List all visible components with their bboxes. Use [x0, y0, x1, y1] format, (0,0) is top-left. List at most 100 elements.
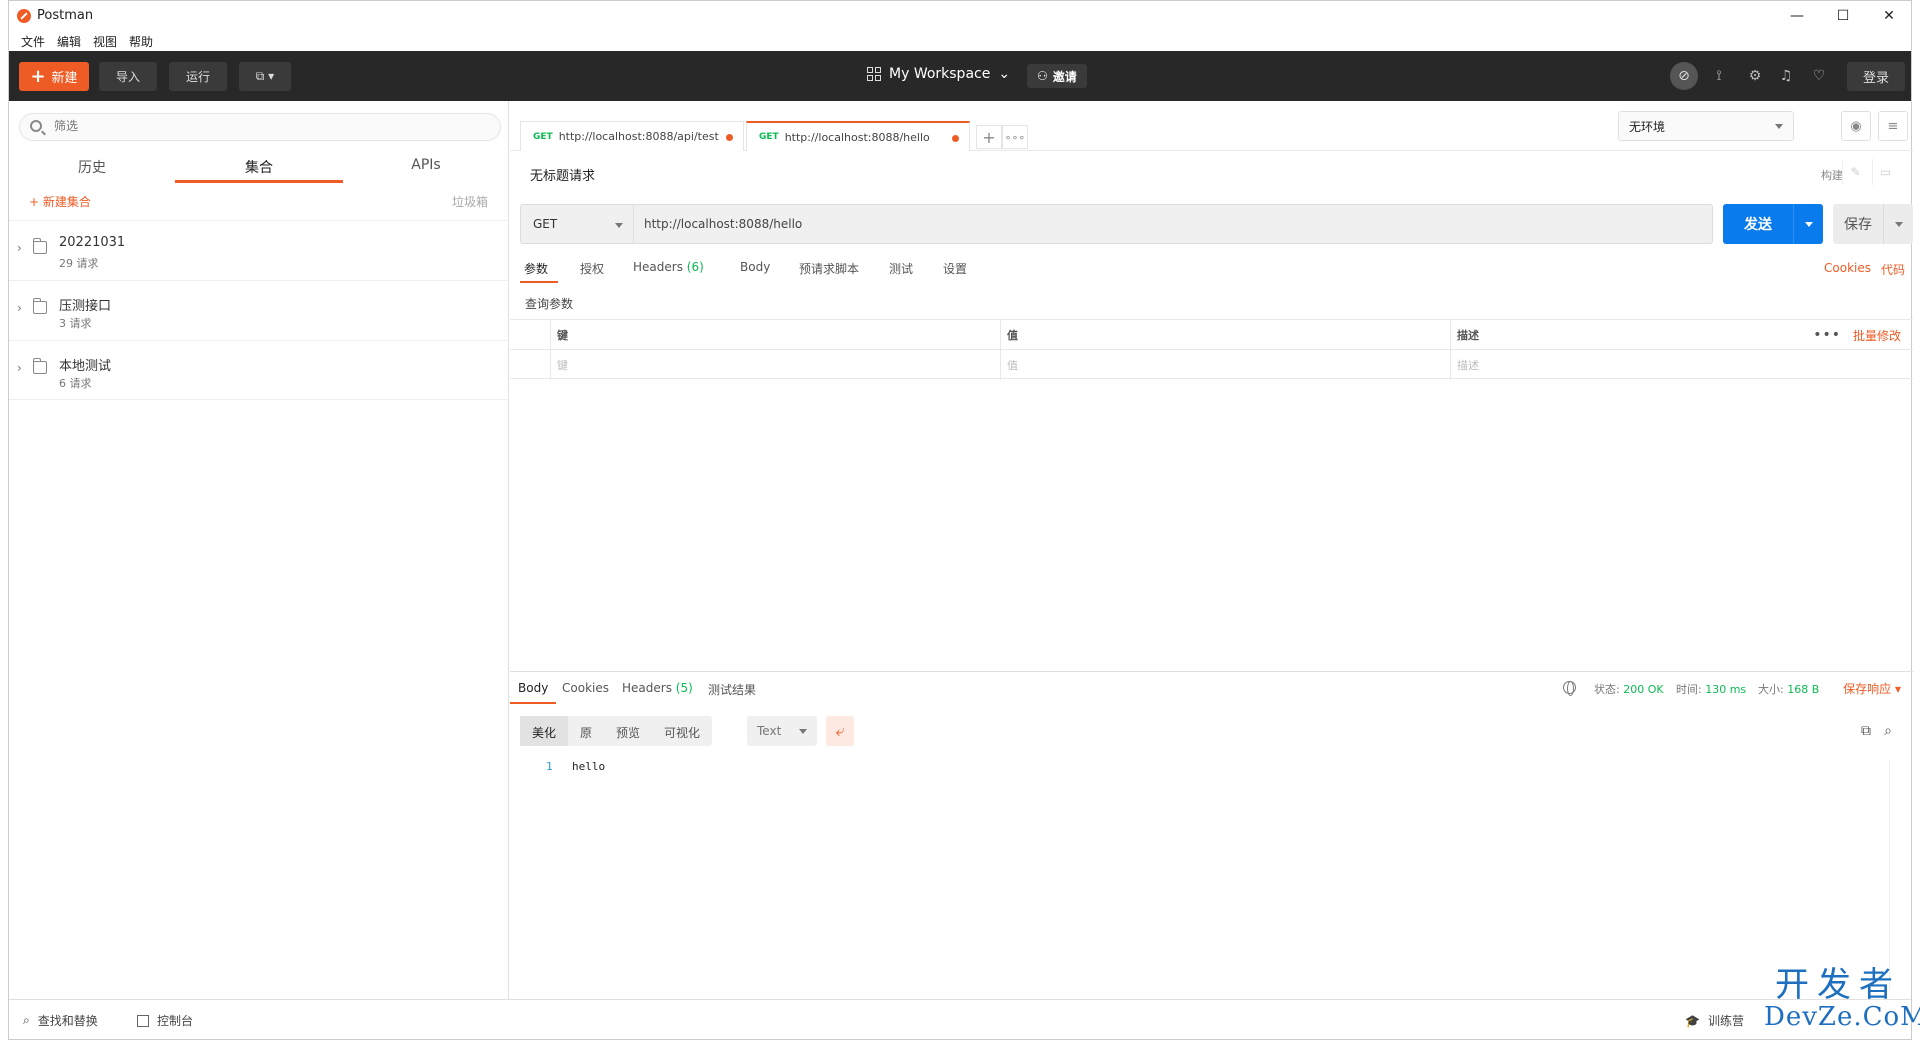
search-icon	[30, 120, 42, 132]
collection-item[interactable]: › 压测接口 3 请求	[9, 280, 509, 340]
main-panel: GET http://localhost:8088/api/test GET h…	[510, 101, 1913, 999]
menu-view[interactable]: 视图	[87, 31, 123, 51]
maximize-button[interactable]: ☐	[1820, 1, 1866, 31]
collection-name: 20221031	[59, 235, 126, 250]
more-tabs-button[interactable]: ∘∘∘	[1002, 125, 1028, 149]
watermark: 开发者 DevZe.CoM	[1764, 965, 1920, 1032]
collection-name: 本地测试	[59, 359, 112, 374]
build-label[interactable]: 构建	[1821, 167, 1843, 183]
chevron-right-icon[interactable]: ›	[17, 241, 22, 255]
add-tab-button[interactable]: +	[976, 125, 1002, 149]
tab-collections[interactable]: 集合	[175, 153, 343, 183]
invite-button[interactable]: ⚇ 邀请	[1027, 64, 1087, 88]
wrap-lines-icon[interactable]: ⤶	[826, 716, 854, 746]
send-options-caret-icon[interactable]	[1794, 221, 1823, 227]
chevron-right-icon[interactable]: ›	[17, 361, 22, 375]
status-bar: ⌕ 查找和替换 控制台 🎓 训练营	[9, 999, 1911, 1039]
tab-auth[interactable]: 授权	[580, 251, 604, 283]
request-tabs-bar: GET http://localhost:8088/api/test GET h…	[510, 101, 1913, 151]
menu-file[interactable]: 文件	[15, 31, 51, 51]
send-button[interactable]: 发送	[1723, 204, 1823, 244]
menu-edit[interactable]: 编辑	[51, 31, 87, 51]
edit-pencil-icon[interactable]: ✎	[1842, 159, 1868, 185]
response-status: 状态: 200 OK	[1594, 683, 1664, 696]
app-header: + 新建 导入 运行 ⧉ ▾ My Workspace ⌄ ⚇ 邀请 ⊘ ⟟ ⚙…	[9, 51, 1911, 101]
url-input[interactable]: http://localhost:8088/hello	[634, 204, 1713, 244]
save-response-button[interactable]: 保存响应 ▾	[1843, 680, 1901, 697]
trash-link[interactable]: 垃圾箱	[452, 193, 488, 210]
collection-item[interactable]: › 20221031 29 请求	[9, 220, 509, 280]
save-options-caret-icon[interactable]	[1884, 221, 1913, 227]
copy-icon[interactable]: ⧉	[1857, 722, 1875, 740]
notification-bell-icon[interactable]: ♫	[1774, 64, 1798, 88]
save-button[interactable]: 保存	[1833, 204, 1913, 244]
request-tab[interactable]: GET http://localhost:8088/api/test	[520, 121, 744, 151]
method-select[interactable]: GET	[520, 204, 634, 244]
response-time: 时间: 130 ms	[1676, 683, 1747, 696]
caret-down-icon	[615, 223, 623, 228]
request-links: Cookies 代码	[1824, 261, 1905, 278]
env-settings-icon[interactable]: ≡	[1878, 111, 1908, 141]
console-button[interactable]: 控制台	[137, 1012, 193, 1029]
filter-box	[19, 113, 501, 141]
new-window-icon: ⧉ ▾	[255, 69, 275, 83]
query-params-title: 查询参数	[525, 297, 574, 311]
view-mode-bar: 美化 原 预览 可视化	[520, 716, 713, 746]
response-tab-cookies[interactable]: Cookies	[562, 672, 609, 704]
settings-gear-icon[interactable]: ⚙	[1743, 64, 1767, 88]
heart-icon[interactable]: ♡	[1807, 64, 1831, 88]
param-key-input[interactable]: 键	[550, 350, 1000, 380]
menu-help[interactable]: 帮助	[123, 31, 159, 51]
minimize-button[interactable]: —	[1774, 1, 1820, 31]
login-button[interactable]: 登录	[1847, 62, 1905, 91]
code-link[interactable]: 代码	[1881, 261, 1905, 278]
new-collection-link[interactable]: + 新建集合	[29, 193, 91, 210]
workspace-grid-icon	[867, 67, 881, 81]
response-tab-headers[interactable]: Headers (5)	[622, 672, 693, 704]
find-replace-button[interactable]: ⌕ 查找和替换	[23, 1012, 98, 1029]
tab-history[interactable]: 历史	[9, 153, 175, 183]
cookies-link[interactable]: Cookies	[1824, 261, 1871, 278]
url-bar: GET http://localhost:8088/hello	[520, 204, 1713, 244]
param-description-input[interactable]: 描述	[1450, 350, 1913, 380]
view-preview[interactable]: 预览	[604, 716, 652, 746]
search-response-icon[interactable]: ⌕	[1879, 722, 1897, 740]
view-visualize[interactable]: 可视化	[652, 716, 712, 746]
tab-headers[interactable]: Headers (6)	[633, 251, 704, 283]
tab-tests[interactable]: 测试	[889, 251, 913, 283]
workspace-switcher[interactable]: My Workspace ⌄	[867, 66, 1010, 82]
new-button[interactable]: + 新建	[19, 62, 89, 91]
satellite-icon[interactable]: ⟟	[1707, 64, 1731, 88]
comment-icon[interactable]: ▭	[1872, 159, 1898, 185]
environment-select[interactable]: 无环境	[1618, 111, 1794, 141]
tab-settings[interactable]: 设置	[943, 251, 967, 283]
bootcamp-button[interactable]: 🎓 训练营	[1685, 1012, 1744, 1029]
line-number: 1	[546, 760, 553, 773]
tab-params[interactable]: 参数	[520, 251, 559, 283]
sync-off-icon[interactable]: ⊘	[1670, 62, 1698, 90]
param-value-input[interactable]: 值	[1000, 350, 1450, 380]
format-select[interactable]: Text	[747, 716, 817, 746]
globe-icon[interactable]	[1563, 681, 1576, 696]
tab-pre-request-script[interactable]: 预请求脚本	[799, 251, 859, 283]
response-body[interactable]: 1 hello	[520, 760, 1890, 990]
eye-icon[interactable]: ◉	[1841, 111, 1871, 141]
request-tab-active[interactable]: GET http://localhost:8088/hello	[746, 121, 970, 151]
response-tab-body[interactable]: Body	[510, 672, 557, 704]
collection-item[interactable]: › 本地测试 6 请求	[9, 340, 509, 400]
filter-input[interactable]	[54, 119, 454, 133]
more-options-icon[interactable]: •••	[1813, 320, 1841, 350]
view-pretty[interactable]: 美化	[520, 716, 569, 746]
postman-window: Postman — ☐ ✕ 文件 编辑 视图 帮助 + 新建 导入 运行 ⧉ ▾…	[8, 0, 1913, 1040]
view-raw[interactable]: 原	[568, 716, 604, 746]
tab-apis[interactable]: APIs	[343, 153, 509, 183]
import-button[interactable]: 导入	[99, 62, 157, 91]
runner-button[interactable]: 运行	[169, 62, 227, 91]
close-button[interactable]: ✕	[1866, 1, 1912, 31]
tab-body[interactable]: Body	[740, 251, 770, 283]
response-tab-test-results[interactable]: 测试结果	[708, 672, 756, 704]
chevron-right-icon[interactable]: ›	[17, 301, 22, 315]
new-window-button[interactable]: ⧉ ▾	[239, 62, 291, 91]
table-header-row: 键 值 描述 ••• 批量修改	[510, 319, 1913, 350]
bulk-edit-link[interactable]: 批量修改	[1853, 320, 1901, 350]
